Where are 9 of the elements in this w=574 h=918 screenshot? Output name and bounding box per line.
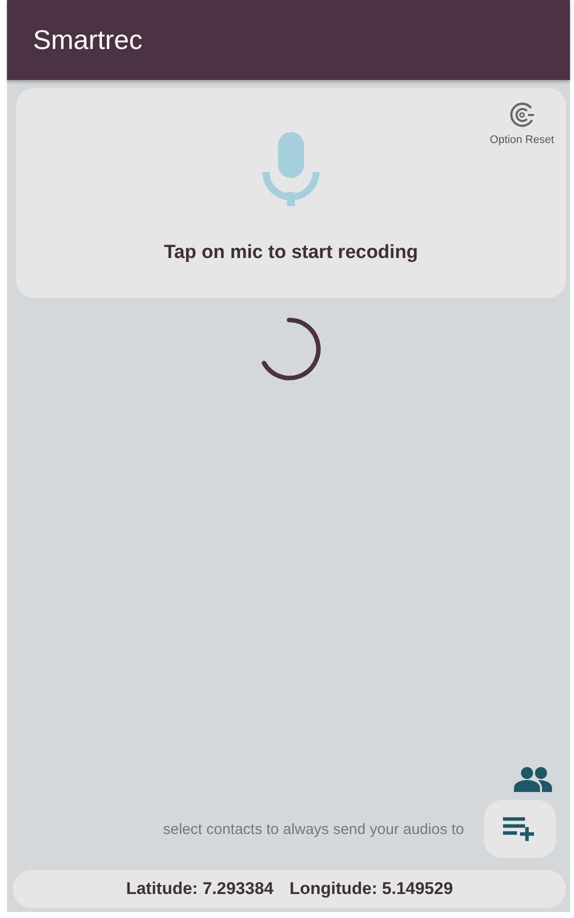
app-title: Smartrec	[33, 24, 143, 56]
add-to-list-button[interactable]	[484, 800, 556, 858]
longitude-text: Longitude: 5.149529	[289, 879, 453, 899]
contacts-icon[interactable]	[514, 766, 552, 792]
contacts-hint: select contacts to always send your audios to	[163, 820, 464, 838]
playlist-add-icon	[503, 817, 537, 841]
option-reset-button[interactable]: Option Reset	[490, 100, 554, 146]
record-prompt: Tap on mic to start recoding	[164, 242, 418, 264]
latitude-text: Latitude: 7.293384	[126, 879, 274, 899]
